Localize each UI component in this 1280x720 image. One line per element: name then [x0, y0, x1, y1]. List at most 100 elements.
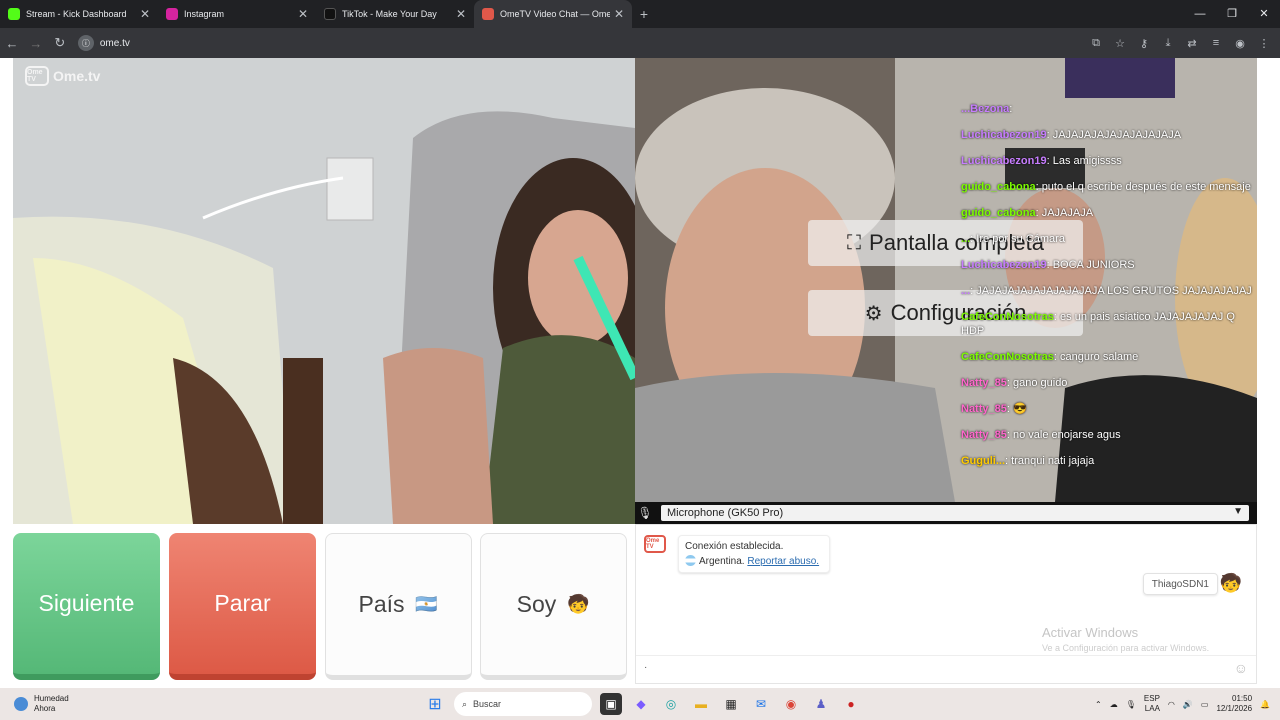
address-bar: ← → ↻ ⓘ ome.tv ⧉ ☆ ⚷ ⤓ ⇄ ≡ ◉ ⋮ — [0, 28, 1280, 58]
chevron-down-icon: ▼ — [1233, 506, 1243, 517]
taskbar: Humedad Ahora ⊞ ⌕ Buscar ▣ ◆ ◎ ▬ ▦ ✉ ◉ ♟… — [0, 688, 1280, 720]
taskbar-search[interactable]: ⌕ Buscar — [454, 692, 592, 716]
reload-icon[interactable]: ↻ — [48, 35, 72, 51]
back-icon[interactable]: ← — [0, 36, 24, 51]
ometv-logo-text: Ome.tv — [53, 68, 101, 84]
kick-favicon-icon — [8, 8, 20, 20]
forward-icon[interactable]: → — [24, 36, 48, 51]
outlook-icon[interactable]: ✉ — [750, 693, 772, 715]
local-video-image — [13, 58, 635, 524]
argentina-flag-icon — [685, 555, 696, 566]
clock[interactable]: 01:50 12/1/2026 — [1216, 694, 1252, 714]
gender-label: Soy — [516, 591, 557, 617]
windows-watermark-title: Activar Windows — [1042, 625, 1139, 640]
chat-message: guido_cabona: puto el q escribe después … — [961, 181, 1251, 193]
microphone-value: Microphone (GK50 Pro) — [667, 507, 784, 519]
partner-username: ThiagoSDN1 — [1142, 573, 1218, 595]
file-explorer-icon[interactable]: ▬ — [690, 693, 712, 715]
gender-button[interactable]: Soy 🧒 — [480, 533, 627, 680]
reading-list-icon[interactable]: ≡ — [1206, 37, 1226, 50]
stream-chat-overlay: ...Bezona: Luchicabezon19: JAJAJAJAJAJAJ… — [961, 102, 1257, 480]
text-chat-panel: Ome TV Conexión establecida. Argentina. … — [635, 524, 1257, 684]
close-tab-icon[interactable]: ✕ — [140, 7, 150, 21]
minimize-icon[interactable]: — — [1184, 0, 1216, 28]
tab-instagram[interactable]: Instagram ✕ — [158, 0, 316, 28]
tab-ometv[interactable]: OmeTV Video Chat — Ome ✕ — [474, 0, 632, 28]
chat-input-text: · — [644, 662, 648, 673]
partner-country: Argentina. — [699, 556, 745, 567]
tab-title: TikTok - Make Your Day — [342, 9, 437, 19]
site-info-icon[interactable]: ⓘ — [77, 35, 94, 51]
chevron-up-icon[interactable]: ⌃ — [1095, 700, 1102, 709]
tab-title: Instagram — [184, 9, 225, 19]
translate-icon[interactable]: ⇄ — [1182, 37, 1202, 50]
close-tab-icon[interactable]: ✕ — [456, 7, 466, 21]
battery-icon[interactable]: ▭ — [1201, 700, 1209, 709]
tab-kick[interactable]: Stream - Kick Dashboard ✕ — [0, 0, 158, 28]
microphone-tray-icon[interactable]: 🎙 — [1126, 700, 1136, 709]
chat-message: Luchicabezon19: Las amigissss — [961, 155, 1122, 167]
country-button[interactable]: País 🇦🇷 — [325, 533, 472, 680]
taskbar-apps: ⊞ ⌕ Buscar ▣ ◆ ◎ ▬ ▦ ✉ ◉ ♟ ● — [424, 692, 862, 716]
microphone-select[interactable]: Microphone (GK50 Pro) ▼ — [661, 505, 1249, 521]
teams-icon[interactable]: ♟ — [810, 693, 832, 715]
app-icon[interactable]: ● — [840, 693, 862, 715]
chat-message: ...: Ire por su Cámara — [961, 233, 1065, 245]
next-button[interactable]: Siguiente — [13, 533, 160, 680]
new-tab-icon[interactable]: + — [632, 0, 656, 28]
install-app-icon[interactable]: ⧉ — [1086, 37, 1106, 50]
task-view-icon[interactable]: ▣ — [600, 693, 622, 715]
maximize-icon[interactable]: ❐ — [1216, 0, 1248, 28]
profile-avatar-icon[interactable]: ◉ — [1230, 37, 1250, 50]
chat-message: Natty_85: gano guido — [961, 377, 1068, 389]
fullscreen-icon: ⛶ — [847, 231, 862, 254]
chrome-icon[interactable]: ◉ — [780, 693, 802, 715]
system-tray: ⌃ ☁ 🎙 ESP LAA ◠ 🔊 ▭ 01:50 12/1/2026 🔔 — [1095, 688, 1270, 720]
bookmark-star-icon[interactable]: ☆ — [1110, 37, 1130, 50]
ometv-logo[interactable]: Ome TV Ome.tv — [25, 66, 100, 86]
chat-message: CafeConNosotras: canguro salame — [961, 351, 1139, 363]
close-tab-icon[interactable]: ✕ — [614, 7, 624, 21]
boy-avatar-icon: 🧒 — [567, 594, 590, 614]
language-indicator[interactable]: ESP LAA — [1144, 694, 1160, 714]
notifications-icon[interactable]: 🔔 — [1260, 700, 1270, 709]
edge-icon[interactable]: ◎ — [660, 693, 682, 715]
weather-widget[interactable]: Humedad Ahora — [0, 694, 220, 714]
chat-message: Luchicabezon19: BOCA JUNIORS — [961, 259, 1135, 271]
copilot-icon[interactable]: ◆ — [630, 693, 652, 715]
country-label: País — [358, 591, 405, 617]
microphone-bar: 🎙 Microphone (GK50 Pro) ▼ — [635, 502, 1257, 524]
partner-avatar-icon: 🧒 — [1219, 573, 1242, 593]
close-tab-icon[interactable]: ✕ — [298, 7, 308, 21]
window-controls: — ❐ ✕ — [1184, 0, 1280, 28]
gear-icon: ⚙ — [864, 302, 883, 325]
instagram-favicon-icon — [166, 8, 178, 20]
kebab-menu-icon[interactable]: ⋮ — [1254, 37, 1274, 50]
stop-button[interactable]: Parar — [169, 533, 316, 680]
chat-input[interactable]: · ☺ — [636, 655, 1256, 681]
ometv-favicon-icon — [482, 8, 494, 20]
url-field[interactable]: ⓘ ome.tv — [77, 32, 1086, 54]
windows-watermark-sub: Ve a Configuración para activar Windows. — [1042, 643, 1210, 653]
weather-icon — [14, 697, 28, 711]
report-abuse-link[interactable]: Reportar abuso. — [747, 556, 819, 567]
ometv-chat-logo: Ome TV — [644, 535, 666, 553]
store-icon[interactable]: ▦ — [720, 693, 742, 715]
windows-start-icon[interactable]: ⊞ — [424, 693, 446, 715]
wifi-icon[interactable]: ◠ — [1168, 700, 1175, 709]
partner-video: ⛶ Pantalla completa ⚙ Configuración ...B… — [635, 58, 1257, 502]
chat-message: Guguli...: tranqui nati jajaja — [961, 455, 1095, 467]
password-key-icon[interactable]: ⚷ — [1134, 37, 1154, 50]
tab-tiktok[interactable]: TikTok - Make Your Day ✕ — [316, 0, 474, 28]
close-window-icon[interactable]: ✕ — [1248, 0, 1280, 28]
chat-message: CafeConNosotras: es un pais asiatico JAJ… — [961, 311, 1235, 337]
network-icon[interactable]: ☁ — [1110, 700, 1118, 709]
tiktok-favicon-icon — [324, 8, 336, 20]
volume-icon[interactable]: 🔊 — [1183, 700, 1193, 709]
tab-title: Stream - Kick Dashboard — [26, 9, 127, 19]
connection-status: Conexión establecida. — [685, 541, 784, 552]
download-icon[interactable]: ⤓ — [1158, 37, 1178, 50]
stop-label: Parar — [214, 590, 271, 616]
extensions-toolbar: ⧉ ☆ ⚷ ⤓ ⇄ ≡ ◉ ⋮ — [1086, 37, 1280, 50]
emoji-icon[interactable]: ☺ — [1234, 660, 1248, 676]
